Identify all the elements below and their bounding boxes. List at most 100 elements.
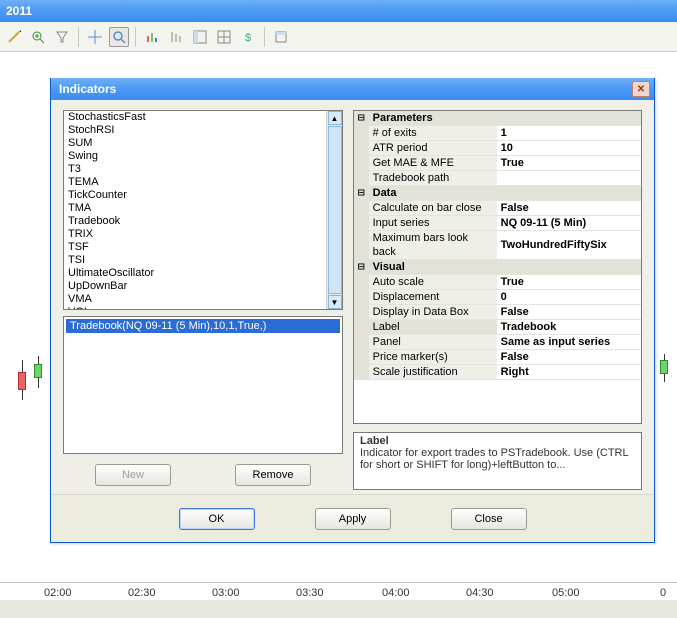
- property-value[interactable]: 10: [497, 141, 641, 156]
- list-item[interactable]: TickCounter: [64, 189, 342, 202]
- list-item[interactable]: StochasticsFast: [64, 111, 342, 124]
- list-item[interactable]: TSF: [64, 241, 342, 254]
- property-row[interactable]: Calculate on bar closeFalse: [354, 201, 641, 216]
- xaxis-tick: 04:30: [466, 587, 494, 599]
- dialog-bottom-buttons: OK Apply Close: [51, 494, 654, 542]
- property-section[interactable]: ⊟Parameters: [354, 111, 641, 126]
- property-row[interactable]: Input seriesNQ 09-11 (5 Min): [354, 216, 641, 231]
- list-item[interactable]: T3: [64, 163, 342, 176]
- remove-button[interactable]: Remove: [235, 464, 311, 486]
- crosshair-icon[interactable]: [85, 27, 105, 47]
- property-key: Calculate on bar close: [369, 201, 497, 216]
- property-row[interactable]: Scale justificationRight: [354, 365, 641, 380]
- property-key: Input series: [369, 216, 497, 231]
- dialog-title: Indicators: [59, 82, 116, 96]
- property-key: # of exits: [369, 126, 497, 141]
- list-item[interactable]: TEMA: [64, 176, 342, 189]
- list-item[interactable]: Swing: [64, 150, 342, 163]
- property-key: Displacement: [369, 290, 497, 305]
- property-section[interactable]: ⊟Visual: [354, 260, 641, 275]
- description-text: Indicator for export trades to PSTradebo…: [360, 447, 635, 471]
- list-item[interactable]: Tradebook: [64, 215, 342, 228]
- property-value[interactable]: False: [497, 305, 641, 320]
- property-key: Scale justification: [369, 365, 497, 380]
- property-key: ATR period: [369, 141, 497, 156]
- property-row[interactable]: PanelSame as input series: [354, 335, 641, 350]
- funnel-icon[interactable]: [52, 27, 72, 47]
- dialog-titlebar[interactable]: Indicators ✕: [51, 78, 654, 100]
- dialog-right-column: ⊟Parameters# of exits1ATR period10Get MA…: [353, 110, 642, 490]
- plus-magnifier-icon[interactable]: [28, 27, 48, 47]
- xaxis-tick: 04:00: [382, 587, 410, 599]
- property-grid[interactable]: ⊟Parameters# of exits1ATR period10Get MA…: [353, 110, 642, 424]
- pencil-icon[interactable]: [4, 27, 24, 47]
- property-row[interactable]: # of exits1: [354, 126, 641, 141]
- svg-text:$: $: [245, 32, 251, 44]
- property-value[interactable]: Right: [497, 365, 641, 380]
- apply-button[interactable]: Apply: [315, 508, 391, 530]
- property-row[interactable]: Displacement0: [354, 290, 641, 305]
- indicators-dialog: Indicators ✕ StochasticsFastStochRSISUMS…: [50, 78, 655, 543]
- property-row[interactable]: ATR period10: [354, 141, 641, 156]
- app-titlebar: 2011: [0, 0, 677, 22]
- close-icon[interactable]: ✕: [632, 81, 650, 97]
- list-item[interactable]: VMA: [64, 293, 342, 306]
- list-item[interactable]: UpDownBar: [64, 280, 342, 293]
- property-value[interactable]: True: [497, 156, 641, 171]
- property-value[interactable]: NQ 09-11 (5 Min): [497, 216, 641, 231]
- property-key: Auto scale: [369, 275, 497, 290]
- description-title: Label: [360, 435, 635, 447]
- dialog-body: StochasticsFastStochRSISUMSwingT3TEMATic…: [51, 100, 654, 494]
- scroll-thumb[interactable]: [328, 126, 342, 294]
- property-value[interactable]: Tradebook: [497, 320, 641, 335]
- list-item[interactable]: VOL: [64, 306, 342, 310]
- dollar-icon[interactable]: $: [238, 27, 258, 47]
- window-icon[interactable]: [271, 27, 291, 47]
- property-row[interactable]: Maximum bars look backTwoHundredFiftySix: [354, 231, 641, 260]
- chart-sidebar-icon[interactable]: [190, 27, 210, 47]
- property-key: Label: [369, 320, 497, 335]
- scrollbar[interactable]: ▲ ▼: [326, 111, 342, 309]
- list-item[interactable]: UltimateOscillator: [64, 267, 342, 280]
- property-value[interactable]: False: [497, 201, 641, 216]
- x-axis-shade: [0, 600, 677, 618]
- property-value[interactable]: 1: [497, 126, 641, 141]
- list-item[interactable]: SUM: [64, 137, 342, 150]
- xaxis-tick: 03:30: [296, 587, 324, 599]
- applied-indicators-list[interactable]: Tradebook(NQ 09-11 (5 Min),10,1,True,): [63, 316, 343, 454]
- property-row[interactable]: LabelTradebook: [354, 320, 641, 335]
- list-item[interactable]: TRIX: [64, 228, 342, 241]
- property-value[interactable]: True: [497, 275, 641, 290]
- property-row[interactable]: Price marker(s)False: [354, 350, 641, 365]
- x-axis: 02:00 02:30 03:00 03:30 04:00 04:30 05:0…: [0, 582, 677, 618]
- ok-button[interactable]: OK: [179, 508, 255, 530]
- list-item[interactable]: TSI: [64, 254, 342, 267]
- property-section[interactable]: ⊟Data: [354, 186, 641, 201]
- property-value[interactable]: [497, 171, 641, 186]
- property-row[interactable]: Tradebook path: [354, 171, 641, 186]
- magnifier-icon[interactable]: [109, 27, 129, 47]
- property-key: Panel: [369, 335, 497, 350]
- property-value[interactable]: False: [497, 350, 641, 365]
- scroll-down-icon[interactable]: ▼: [328, 295, 342, 309]
- property-row[interactable]: Display in Data BoxFalse: [354, 305, 641, 320]
- indicator-list[interactable]: StochasticsFastStochRSISUMSwingT3TEMATic…: [63, 110, 343, 310]
- chart-bars-icon[interactable]: [166, 27, 186, 47]
- scroll-up-icon[interactable]: ▲: [328, 111, 342, 125]
- list-item[interactable]: StochRSI: [64, 124, 342, 137]
- xaxis-tick: 0: [660, 587, 666, 599]
- list-item[interactable]: TMA: [64, 202, 342, 215]
- property-row[interactable]: Get MAE & MFETrue: [354, 156, 641, 171]
- property-row[interactable]: Auto scaleTrue: [354, 275, 641, 290]
- xaxis-tick: 05:00: [552, 587, 580, 599]
- close-button[interactable]: Close: [451, 508, 527, 530]
- applied-indicator-item[interactable]: Tradebook(NQ 09-11 (5 Min),10,1,True,): [66, 319, 340, 333]
- chart-type-icon[interactable]: [142, 27, 162, 47]
- property-value[interactable]: 0: [497, 290, 641, 305]
- toolbar: $: [0, 22, 677, 52]
- property-key: Price marker(s): [369, 350, 497, 365]
- chart-grid-icon[interactable]: [214, 27, 234, 47]
- property-value[interactable]: Same as input series: [497, 335, 641, 350]
- new-button[interactable]: New: [95, 464, 171, 486]
- property-value[interactable]: TwoHundredFiftySix: [497, 231, 641, 260]
